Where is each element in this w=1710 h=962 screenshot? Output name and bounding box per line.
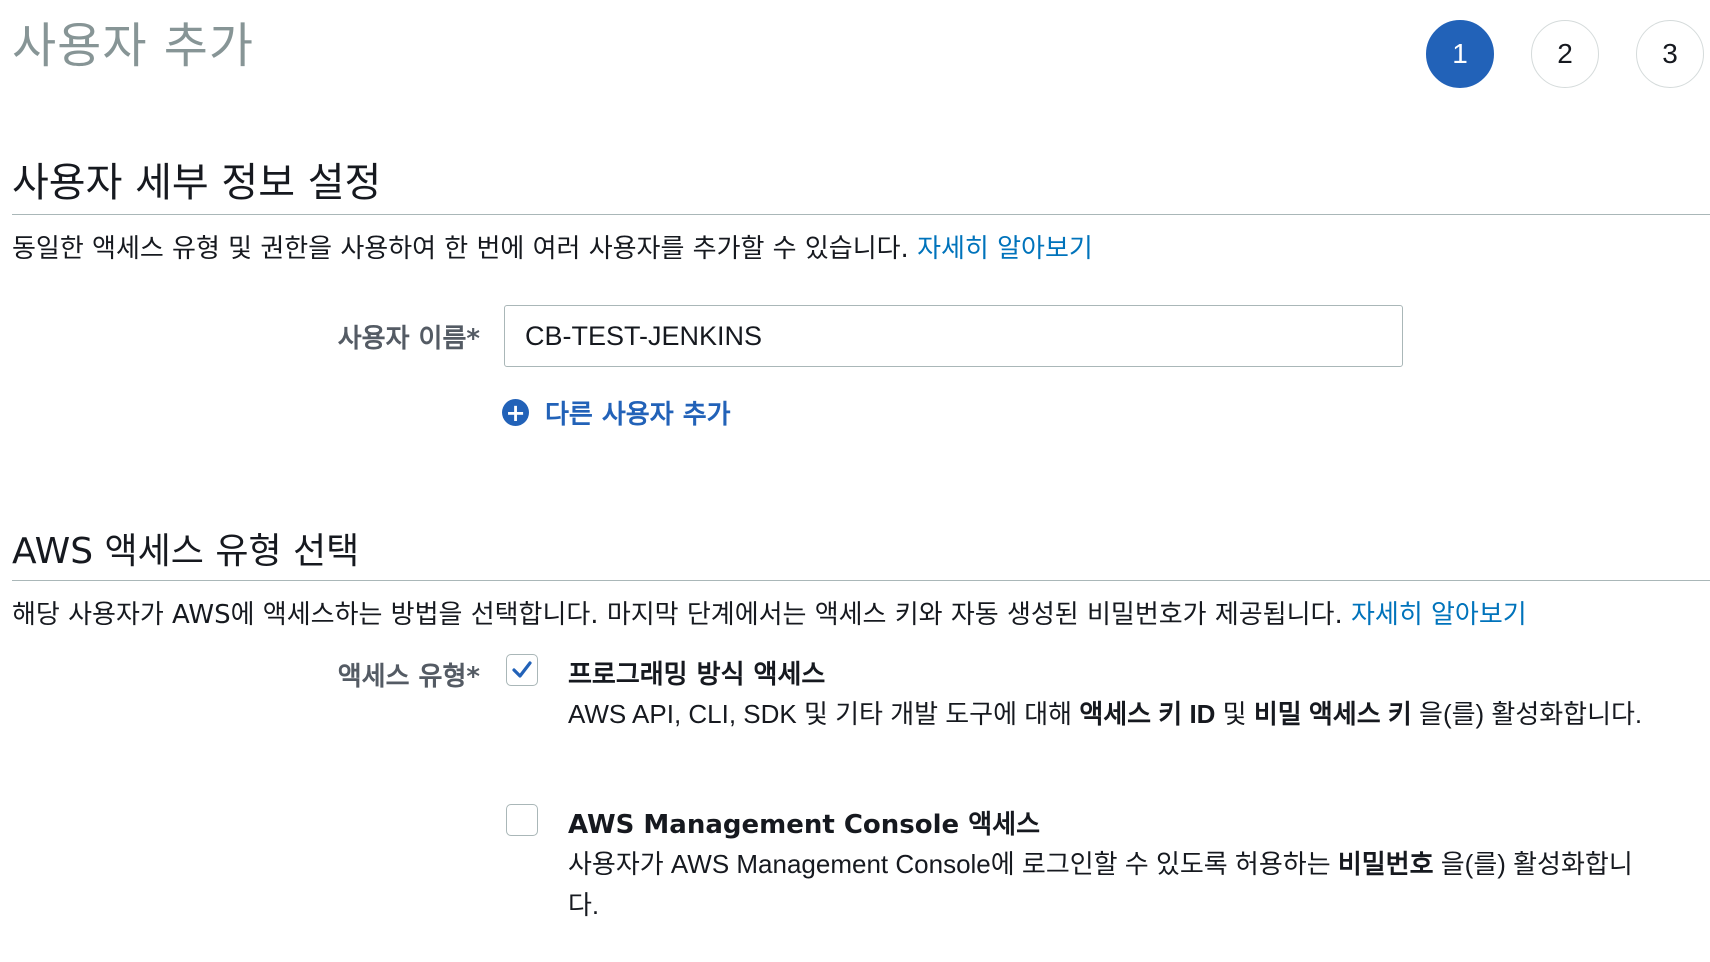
programmatic-access-checkbox[interactable] [506,654,538,686]
access-type-label: 액세스 유형* [337,662,480,692]
divider [12,580,1710,581]
user-details-description-text: 동일한 액세스 유형 및 권한을 사용하여 한 번에 여러 사용자를 추가할 수… [12,234,918,264]
divider [12,214,1710,215]
checkmark-icon [512,661,532,678]
console-access-description: 사용자가 AWS Management Console에 로그인할 수 있도록 … [568,844,1648,926]
programmatic-access-title: 프로그래밍 방식 액세스 [568,660,826,690]
page-title: 사용자 추가 [12,18,255,74]
add-another-user-label: 다른 사용자 추가 [545,400,731,430]
username-label: 사용자 이름* [337,324,480,354]
section-title-access-type: AWS 액세스 유형 선택 [12,531,360,572]
desc-text: AWS API, CLI, SDK 및 기타 개발 도구에 대해 [568,699,1080,729]
step-3[interactable]: 3 [1636,20,1704,88]
desc-text: 을(를) 활성화합니다. [1411,699,1643,729]
desc-text: 사용자가 AWS Management Console에 로그인할 수 있도록 … [568,849,1338,879]
console-access-title: AWS Management Console 액세스 [568,810,1040,840]
step-1[interactable]: 1 [1426,20,1494,88]
desc-bold-text: 비밀번호 [1337,849,1434,879]
desc-bold-text: 액세스 키 ID [1079,699,1216,729]
access-type-description-text: 해당 사용자가 AWS에 액세스하는 방법을 선택합니다. 마지막 단계에서는 … [12,600,1351,630]
section-title-user-details: 사용자 세부 정보 설정 [12,160,382,206]
learn-more-link[interactable]: 자세히 알아보기 [917,234,1093,264]
user-details-description: 동일한 액세스 유형 및 권한을 사용하여 한 번에 여러 사용자를 추가할 수… [12,228,1093,265]
step-2[interactable]: 2 [1531,20,1599,88]
wizard-steps: 1 2 3 [1410,20,1710,92]
learn-more-link[interactable]: 자세히 알아보기 [1351,600,1527,630]
console-access-checkbox[interactable] [506,804,538,836]
add-another-user-button[interactable]: + 다른 사용자 추가 [502,394,731,431]
desc-bold-text: 비밀 액세스 키 [1253,699,1412,729]
programmatic-access-description: AWS API, CLI, SDK 및 기타 개발 도구에 대해 액세스 키 I… [568,694,1648,735]
access-type-description: 해당 사용자가 AWS에 액세스하는 방법을 선택합니다. 마지막 단계에서는 … [12,594,1527,631]
username-input[interactable] [504,305,1403,367]
desc-text: 및 [1215,699,1254,729]
plus-circle-icon: + [502,399,529,426]
